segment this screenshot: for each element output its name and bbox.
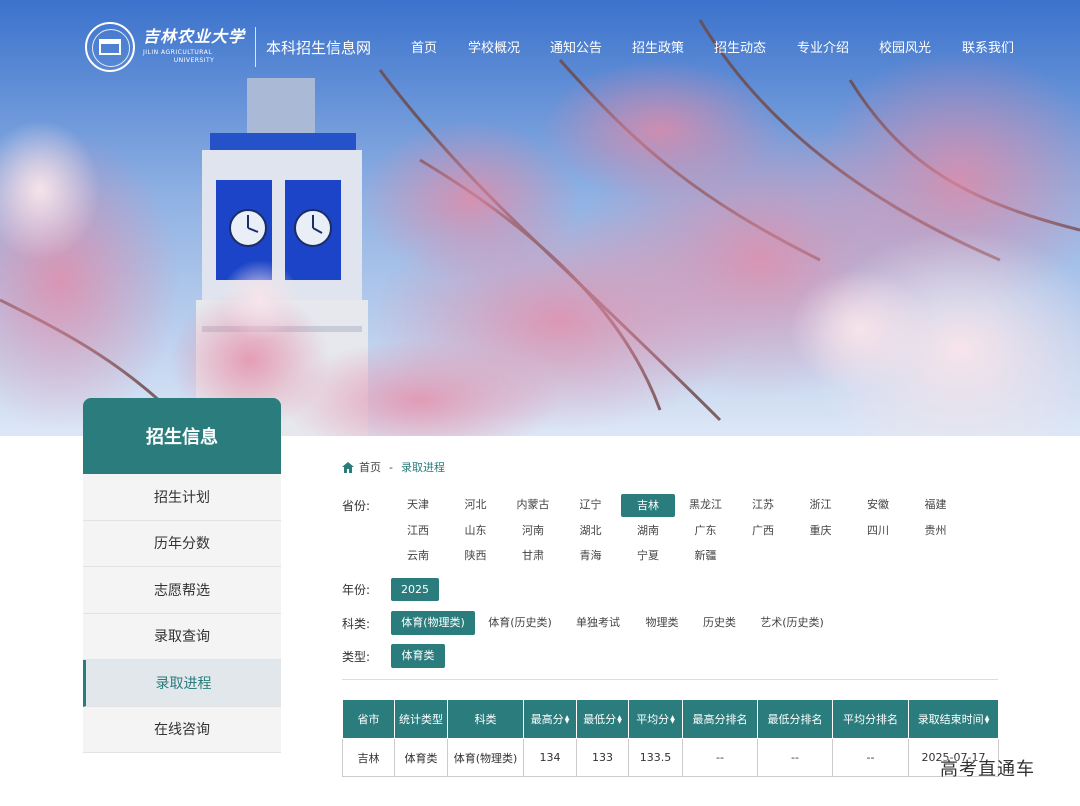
nav-home[interactable]: 首页 — [411, 37, 437, 56]
subject-option-history[interactable]: 历史类 — [697, 612, 742, 634]
col-max-rank: 最高分排名 — [682, 699, 758, 739]
province-option[interactable]: 甘肃 — [506, 545, 560, 567]
province-option[interactable]: 山东 — [449, 520, 503, 542]
province-option[interactable]: 陕西 — [449, 545, 503, 567]
sort-icon[interactable]: ▲ ▼ — [985, 715, 990, 725]
province-option[interactable]: 云南 — [391, 545, 445, 567]
sidebar: 招生信息 招生计划 历年分数 志愿帮选 录取查询 录取进程 在线咨询 — [83, 398, 281, 753]
province-option[interactable]: 辽宁 — [564, 494, 618, 516]
nav-about[interactable]: 学校概况 — [468, 37, 520, 56]
col-province: 省市 — [342, 699, 395, 739]
cell-min-rank: -- — [757, 738, 833, 777]
sort-icon[interactable]: ▲ ▼ — [565, 715, 570, 725]
sidebar-item-admission-query[interactable]: 录取查询 — [83, 613, 281, 660]
watermark: 高考直通车 — [940, 759, 1035, 780]
sort-icon[interactable]: ▲ ▼ — [617, 715, 622, 725]
province-option[interactable]: 湖北 — [564, 520, 618, 542]
province-option[interactable]: 江苏 — [736, 494, 790, 516]
cell-subject: 体育(物理类) — [447, 738, 524, 777]
subject-label: 科类: — [342, 617, 371, 631]
province-option[interactable]: 黑龙江 — [679, 494, 733, 516]
province-option[interactable]: 福建 — [909, 494, 963, 516]
cell-province: 吉林 — [342, 738, 395, 777]
cell-max-rank: -- — [682, 738, 758, 777]
col-avg-score[interactable]: 平均分▲ ▼ — [628, 699, 683, 739]
admission-progress-table: 省市 统计类型 科类 最高分▲ ▼ 最低分▲ ▼ 平均分▲ ▼ 最高分排名 最低分排名… — [342, 699, 999, 777]
table-header-row: 省市 统计类型 科类 最高分▲ ▼ 最低分▲ ▼ 平均分▲ ▼ 最高分排名 最低分排名… — [342, 699, 999, 739]
province-option[interactable]: 河北 — [449, 494, 503, 516]
col-end-date[interactable]: 录取结束时间▲ ▼ — [908, 699, 999, 739]
province-option[interactable]: 湖南 — [621, 520, 675, 542]
nav-policy[interactable]: 招生政策 — [632, 37, 684, 56]
breadcrumb-current: 录取进程 — [400, 461, 445, 474]
cell-avg-rank: -- — [832, 738, 909, 777]
province-option[interactable]: 四川 — [851, 520, 905, 542]
sidebar-item-online-consult[interactable]: 在线咨询 — [83, 706, 281, 753]
province-option[interactable]: 新疆 — [679, 545, 733, 567]
col-min-rank: 最低分排名 — [757, 699, 833, 739]
sidebar-item-admission-progress[interactable]: 录取进程 — [83, 660, 281, 707]
province-option[interactable]: 贵州 — [909, 520, 963, 542]
province-option[interactable]: 江西 — [391, 520, 445, 542]
sidebar-item-choice-help[interactable]: 志愿帮选 — [83, 567, 281, 614]
subject-option-physics[interactable]: 物理类 — [638, 612, 686, 634]
cell-avg-score: 133.5 — [628, 738, 683, 777]
sidebar-item-scores[interactable]: 历年分数 — [83, 520, 281, 567]
province-option[interactable]: 广东 — [679, 520, 733, 542]
main-nav: 首页 学校概况 通知公告 招生政策 招生动态 专业介绍 校园风光 联系我们 — [0, 37, 1080, 57]
sort-icon[interactable]: ▲ ▼ — [670, 715, 675, 725]
nav-news[interactable]: 招生动态 — [714, 37, 766, 56]
province-option[interactable]: 内蒙古 — [506, 494, 560, 516]
year-option-2025[interactable]: 2025 — [391, 578, 439, 601]
nav-notices[interactable]: 通知公告 — [550, 37, 602, 56]
breadcrumb-home[interactable]: 首页 — [359, 459, 381, 475]
logo-name-en-2: UNIVERSITY — [173, 57, 215, 64]
province-option[interactable]: 吉林 — [621, 494, 675, 517]
cell-stat-type: 体育类 — [394, 738, 448, 777]
subject-option-pe-physics[interactable]: 体育(物理类) — [391, 611, 475, 635]
col-subject: 科类 — [447, 699, 524, 739]
home-icon[interactable] — [342, 461, 354, 473]
type-label: 类型: — [342, 650, 371, 664]
type-option-pe[interactable]: 体育类 — [391, 644, 445, 668]
nav-campus[interactable]: 校园风光 — [879, 37, 931, 56]
province-option[interactable]: 天津 — [391, 494, 445, 516]
subject-option-pe-history[interactable]: 体育(历史类) — [482, 612, 558, 634]
breadcrumb: 首页 - 录取进程 — [342, 459, 445, 475]
year-label: 年份: — [342, 583, 371, 597]
col-min-score[interactable]: 最低分▲ ▼ — [576, 699, 629, 739]
province-option[interactable]: 青海 — [564, 545, 618, 567]
province-option[interactable]: 浙江 — [794, 494, 848, 516]
breadcrumb-separator: - — [389, 460, 393, 474]
table-row: 吉林 体育类 体育(物理类) 134 133 133.5 -- -- -- 20… — [342, 738, 999, 777]
province-option[interactable]: 重庆 — [794, 520, 848, 542]
nav-majors[interactable]: 专业介绍 — [797, 37, 849, 56]
cell-max-score: 134 — [523, 738, 577, 777]
col-stat-type: 统计类型 — [394, 699, 448, 739]
cell-min-score: 133 — [576, 738, 629, 777]
col-avg-rank: 平均分排名 — [832, 699, 909, 739]
divider — [342, 679, 998, 680]
province-option[interactable]: 广西 — [736, 520, 790, 542]
col-max-score[interactable]: 最高分▲ ▼ — [523, 699, 577, 739]
province-label: 省份: — [342, 499, 371, 513]
sidebar-item-plan[interactable]: 招生计划 — [83, 474, 281, 521]
subject-option-art-history[interactable]: 艺术(历史类) — [754, 612, 830, 634]
province-option[interactable]: 河南 — [506, 520, 560, 542]
province-option[interactable]: 安徽 — [851, 494, 905, 516]
subject-option-independent-exam[interactable]: 单独考试 — [569, 612, 627, 634]
sidebar-title: 招生信息 — [83, 398, 281, 474]
province-option[interactable]: 宁夏 — [621, 545, 675, 567]
hero-banner: 吉林农业大学 JILIN AGRICULTURAL UNIVERSITY 本科招… — [0, 0, 1080, 436]
nav-contact[interactable]: 联系我们 — [962, 37, 1014, 56]
